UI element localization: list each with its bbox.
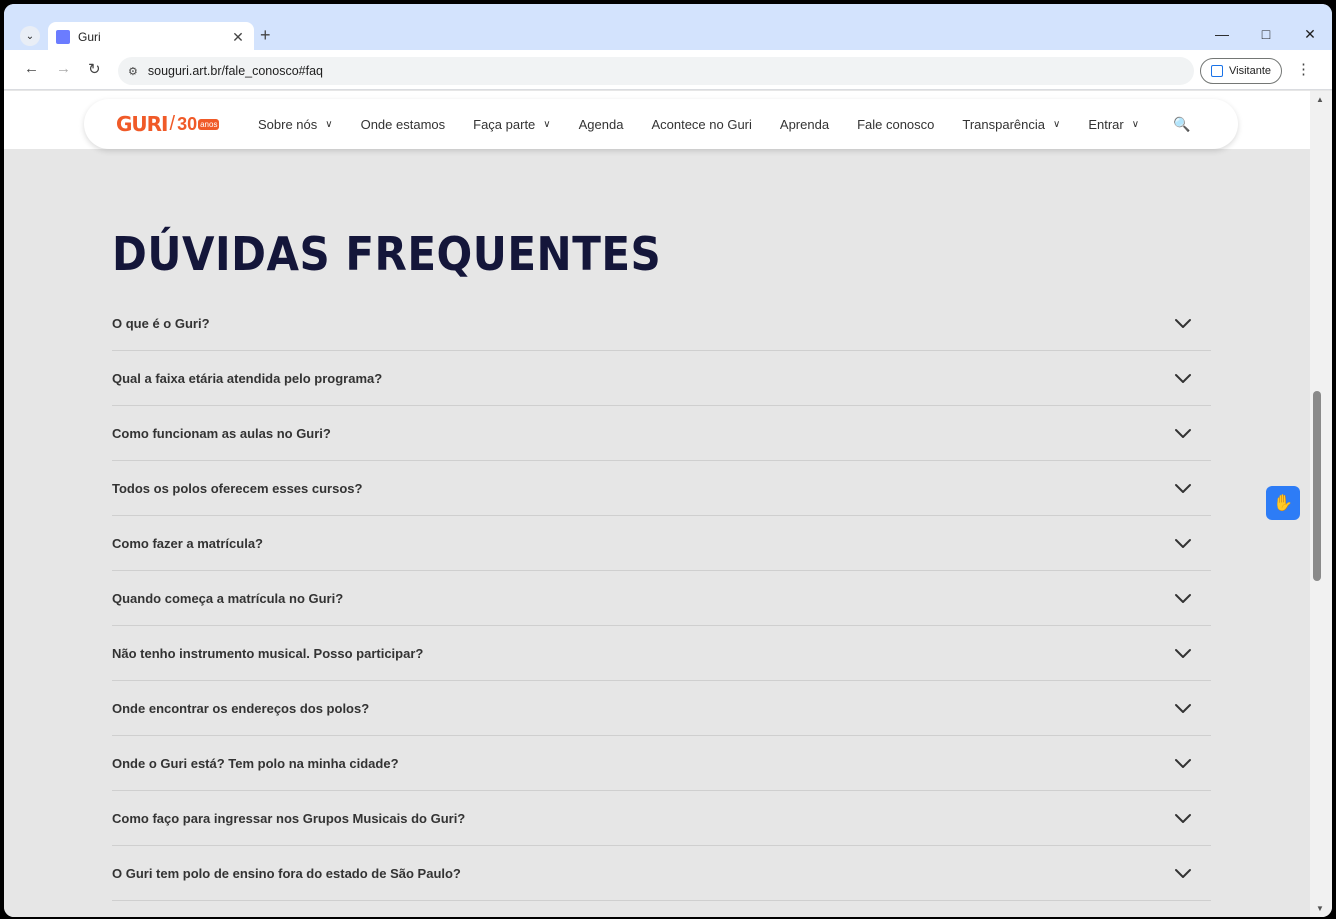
tab-title: Guri	[78, 30, 101, 44]
hand-sign-language-icon[interactable]: ✋	[1266, 486, 1300, 520]
faq-question: O que é o Guri?	[112, 315, 210, 331]
faq-item[interactable]: Todos os polos oferecem esses cursos?	[112, 461, 1211, 516]
chevron-down-icon: ∨	[1131, 118, 1140, 130]
nav-item-label: Faça parte	[473, 116, 536, 132]
nav-item-label: Acontece no Guri	[651, 116, 752, 132]
minimize-icon[interactable]: —	[1200, 20, 1244, 48]
guri-logo[interactable]: GURI / 30 anos	[116, 112, 236, 136]
chevron-down-icon: ∨	[325, 118, 333, 130]
nav-item[interactable]: Transparência ∨	[962, 117, 1060, 132]
chevron-down-icon[interactable]	[1171, 531, 1195, 555]
logo-separator: /	[169, 112, 176, 135]
faq-item[interactable]: Como faço para ingressar nos Grupos Musi…	[112, 791, 1211, 846]
page-content: GURI / 30 anos Sobre nós ∨ Onde estamos Faç…	[4, 91, 1310, 917]
chevron-down-icon[interactable]	[1171, 311, 1195, 335]
faq-question: Onde encontrar os endereços dos polos?	[112, 700, 370, 716]
chevron-down-icon[interactable]	[1171, 421, 1195, 445]
search-icon[interactable]: 🔍	[1173, 116, 1190, 133]
faq-question: Como faço para ingressar nos Grupos Musi…	[112, 810, 466, 826]
faq-item[interactable]: O que é o Guri?	[112, 296, 1211, 351]
nav-item[interactable]: Acontece no Guri	[651, 117, 751, 132]
faq-question: Qual a faixa etária atendida pelo progra…	[112, 370, 383, 386]
window-controls: — □ ✕	[1200, 20, 1332, 48]
browser-tab[interactable]: Guri ✕	[48, 22, 254, 52]
profile-button[interactable]: Visitante	[1200, 58, 1282, 84]
browser-toolbar: ← → ↻ ⚙ souguri.art.br/fale_conosco#faq …	[4, 50, 1332, 90]
nav-item[interactable]: Agenda	[579, 117, 624, 132]
faq-item[interactable]: Qual a faixa etária atendida pelo progra…	[112, 351, 1211, 406]
site-navbar: GURI / 30 anos Sobre nós ∨ Onde estamos Faç…	[84, 99, 1238, 149]
back-icon[interactable]: ←	[24, 60, 39, 77]
chevron-down-icon[interactable]	[1171, 586, 1195, 610]
browser-window: ⌄ Guri ✕ + — □ ✕ ← → ↻ ⚙ souguri.art.br/…	[4, 4, 1332, 917]
faq-question: Como funcionam as aulas no Guri?	[112, 425, 331, 441]
maximize-icon[interactable]: □	[1244, 20, 1288, 48]
address-bar[interactable]: ⚙ souguri.art.br/fale_conosco#faq	[118, 57, 1194, 85]
nav-item-label: Aprenda	[779, 116, 830, 132]
nav-item[interactable]: Sobre nós ∨	[258, 117, 333, 132]
url-text: souguri.art.br/fale_conosco#faq	[147, 64, 323, 78]
faq-question: Quando começa a matrícula no Guri?	[112, 590, 344, 606]
logo-anos: anos	[198, 118, 220, 130]
nav-item-label: Transparência	[962, 116, 1046, 132]
logo-text: GURI	[116, 112, 168, 136]
chevron-down-icon[interactable]	[1171, 476, 1195, 500]
scrollbar-thumb[interactable]	[1313, 391, 1321, 581]
faq-item[interactable]: Não tenho instrumento musical. Posso par…	[112, 626, 1211, 681]
nav-item[interactable]: Aprenda	[780, 117, 829, 132]
faq-question: Onde o Guri está? Tem polo na minha cida…	[112, 755, 399, 771]
profile-label: Visitante	[1229, 65, 1271, 77]
page-title: DÚVIDAS FREQUENTES	[112, 227, 662, 281]
profile-icon	[1211, 65, 1223, 77]
nav-item-label: Agenda	[578, 116, 624, 132]
chevron-down-icon[interactable]	[1171, 366, 1195, 390]
menu-dots-icon[interactable]: ⋮	[1296, 60, 1311, 78]
nav-item-label: Fale conosco	[857, 116, 935, 132]
tab-search-button[interactable]: ⌄	[20, 26, 40, 46]
close-window-icon[interactable]: ✕	[1288, 20, 1332, 48]
faq-item[interactable]: Quando começa a matrícula no Guri?	[112, 571, 1211, 626]
close-tab-icon[interactable]: ✕	[228, 29, 248, 46]
faq-question: O Guri tem polo de ensino fora do estado…	[112, 865, 461, 881]
chevron-down-icon[interactable]	[1171, 696, 1195, 720]
faq-item[interactable]: Onde encontrar os endereços dos polos?	[112, 681, 1211, 736]
tab-strip: ⌄ Guri ✕ + — □ ✕	[4, 4, 1332, 52]
nav-item-label: Sobre nós	[258, 116, 318, 132]
chevron-down-icon: ∨	[1053, 118, 1061, 130]
scroll-up-icon[interactable]: ▲	[1316, 95, 1324, 104]
nav-item-label: Entrar	[1088, 116, 1124, 132]
nav-item-label: Onde estamos	[360, 116, 446, 132]
site-info-icon[interactable]: ⚙	[128, 65, 138, 78]
faq-question: Todos os polos oferecem esses cursos?	[112, 480, 363, 496]
faq-item[interactable]: O Guri tem polo de ensino fora do estado…	[112, 846, 1211, 901]
forward-icon[interactable]: →	[56, 60, 71, 77]
scroll-down-icon[interactable]: ▼	[1316, 904, 1324, 913]
chevron-down-icon: ∨	[543, 118, 551, 130]
nav-item[interactable]: Fale conosco	[857, 117, 934, 132]
nav-menu: Sobre nós ∨ Onde estamos Faça parte ∨ Agenda A…	[258, 117, 1167, 132]
faq-item[interactable]: Onde o Guri está? Tem polo na minha cida…	[112, 736, 1211, 791]
chevron-down-icon[interactable]	[1171, 806, 1195, 830]
nav-item[interactable]: Onde estamos	[361, 117, 446, 132]
favicon-icon	[56, 30, 70, 44]
logo-anniversary: 30	[177, 113, 198, 134]
chevron-down-icon[interactable]	[1171, 751, 1195, 775]
page-scrollbar[interactable]: ▲ ▼	[1310, 91, 1332, 917]
nav-item[interactable]: Faça parte ∨	[473, 117, 550, 132]
faq-item[interactable]: Como fazer a matrícula?	[112, 516, 1211, 571]
faq-list: O que é o Guri? Qual a faixa etária atend…	[112, 296, 1211, 901]
chevron-down-icon[interactable]	[1171, 861, 1195, 885]
reload-icon[interactable]: ↻	[88, 60, 101, 78]
new-tab-button[interactable]: +	[260, 25, 271, 46]
faq-question: Não tenho instrumento musical. Posso par…	[112, 645, 424, 661]
nav-item[interactable]: Entrar ∨	[1088, 117, 1139, 132]
chevron-down-icon[interactable]	[1171, 641, 1195, 665]
faq-question: Como fazer a matrícula?	[112, 535, 263, 551]
faq-item[interactable]: Como funcionam as aulas no Guri?	[112, 406, 1211, 461]
